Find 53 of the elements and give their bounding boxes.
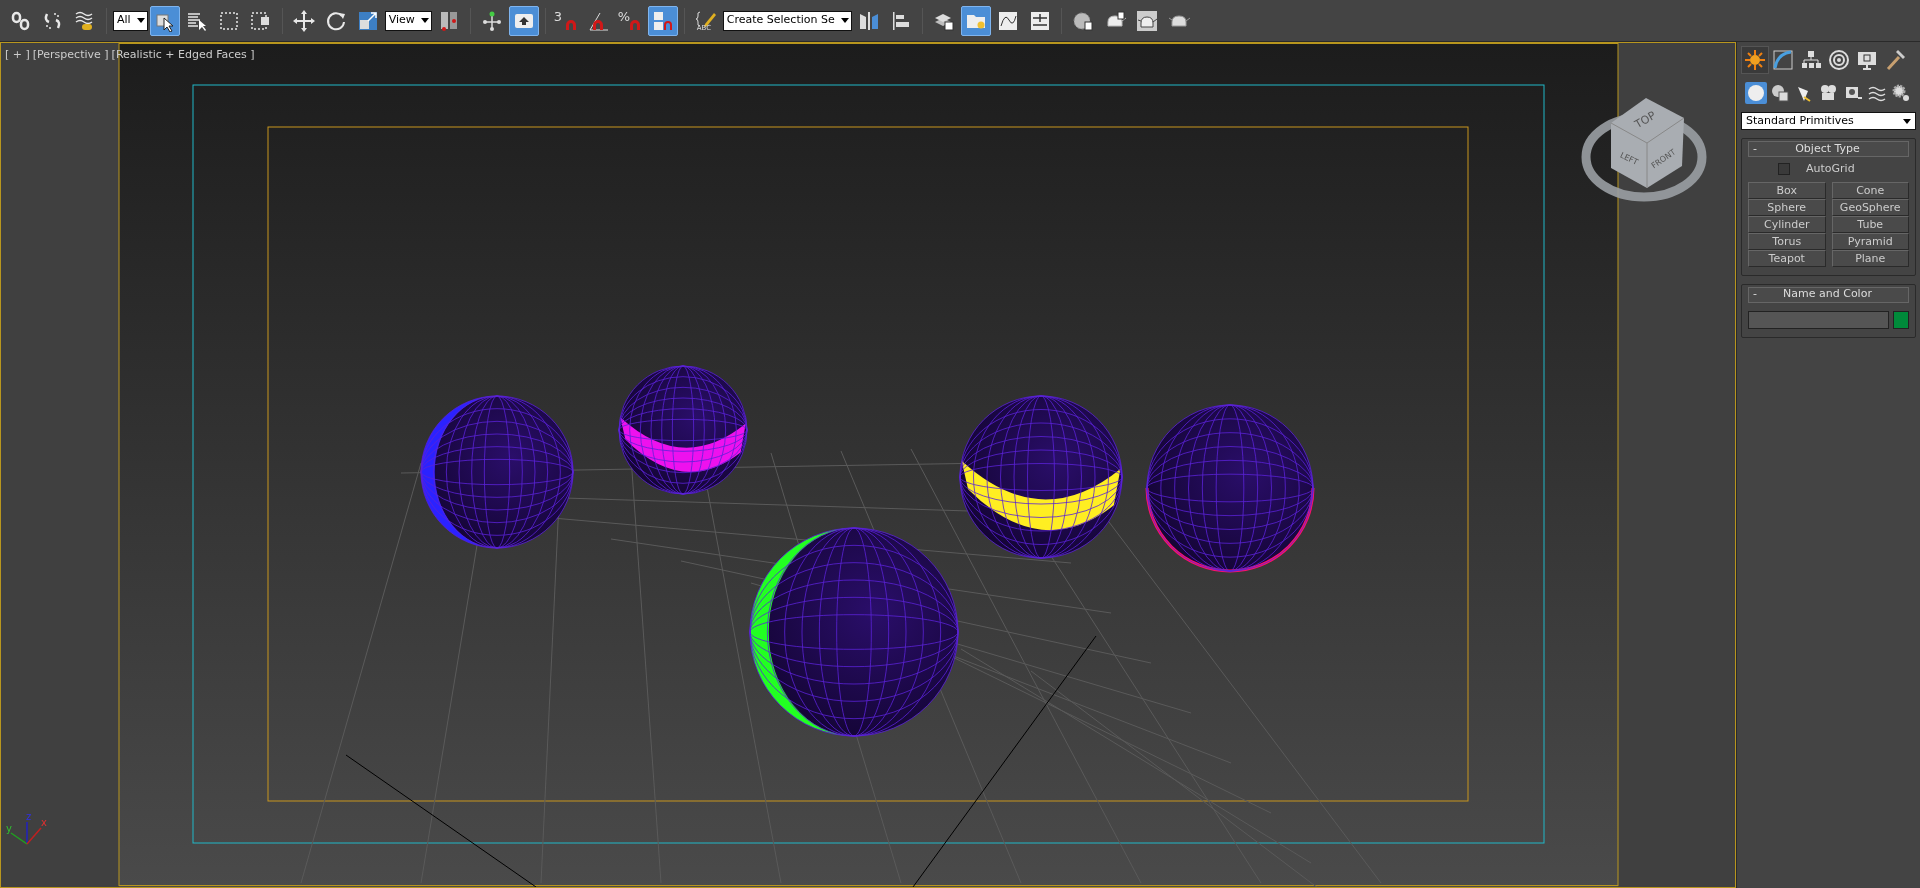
command-tab[interactable] [1741,46,1769,74]
rectangle-selection-icon [217,9,240,32]
autogrid-checkbox[interactable]: AutoGrid [1748,161,1909,178]
viewport-menu-label[interactable]: [ + ] [5,47,30,64]
sphere[interactable] [749,527,959,737]
hammer-icon [1884,49,1906,71]
rollout-header[interactable]: - Object Type [1748,141,1909,157]
viewport-menu-label[interactable]: [Perspective ] [32,47,109,64]
monitor-icon [1856,49,1878,71]
snap-magnet-button[interactable]: 3 [551,5,582,36]
sun-icon [1744,49,1766,71]
shapes-icon [1770,83,1791,103]
gears-icon [1890,83,1911,103]
spinner-snap-button[interactable] [647,5,678,36]
move-icon [292,9,315,32]
axis-tripod: y z x [6,811,47,845]
dropdown-arrow-icon [840,18,849,23]
rotate-icon [324,9,347,32]
dropdown-arrow-icon [136,18,145,23]
curve-icon [1772,49,1794,71]
color-swatch[interactable] [1893,310,1909,329]
select-object-button[interactable] [149,5,180,36]
target-icon [1828,49,1850,71]
viewport-menu-label[interactable]: [Realistic + Edged Faces ] [111,47,255,64]
window-crossing-icon [249,9,272,32]
category-dropdown[interactable]: Standard Primitives [1741,112,1916,130]
primitive-button[interactable]: Cone [1831,181,1909,199]
rollout-header[interactable]: - Name and Color [1748,286,1909,303]
snap-magnet-icon [628,18,641,31]
spinner-snap-icon [651,9,674,32]
material-sphere-icon [1071,9,1094,32]
manipulate-icon [480,9,503,32]
hierarchy-icon [1800,49,1822,71]
dropdown-arrow-icon [1903,118,1911,124]
sphere[interactable] [959,395,1123,559]
scene-explorer-button[interactable] [960,5,991,36]
snap-magnet-icon [564,18,577,31]
primitive-button[interactable]: Box [1748,181,1826,199]
scale-icon [356,9,379,32]
dropdown-arrow-icon [420,18,429,23]
sphere-icon [1746,83,1766,103]
mirror-icon [857,9,880,32]
keyboard-override-button[interactable] [508,5,539,36]
category-button[interactable] [1769,82,1792,104]
teapot-icon [1135,9,1158,32]
dropdown[interactable]: Create Selection Se [722,10,852,31]
dropdown[interactable]: View [384,10,432,31]
curve-editor-icon [996,9,1019,32]
dropdown[interactable]: All [113,10,148,31]
name-field[interactable] [1748,310,1889,329]
link-icon [10,9,32,32]
snap-magnet-button[interactable]: % [615,5,646,36]
camera-icon [1818,83,1839,103]
